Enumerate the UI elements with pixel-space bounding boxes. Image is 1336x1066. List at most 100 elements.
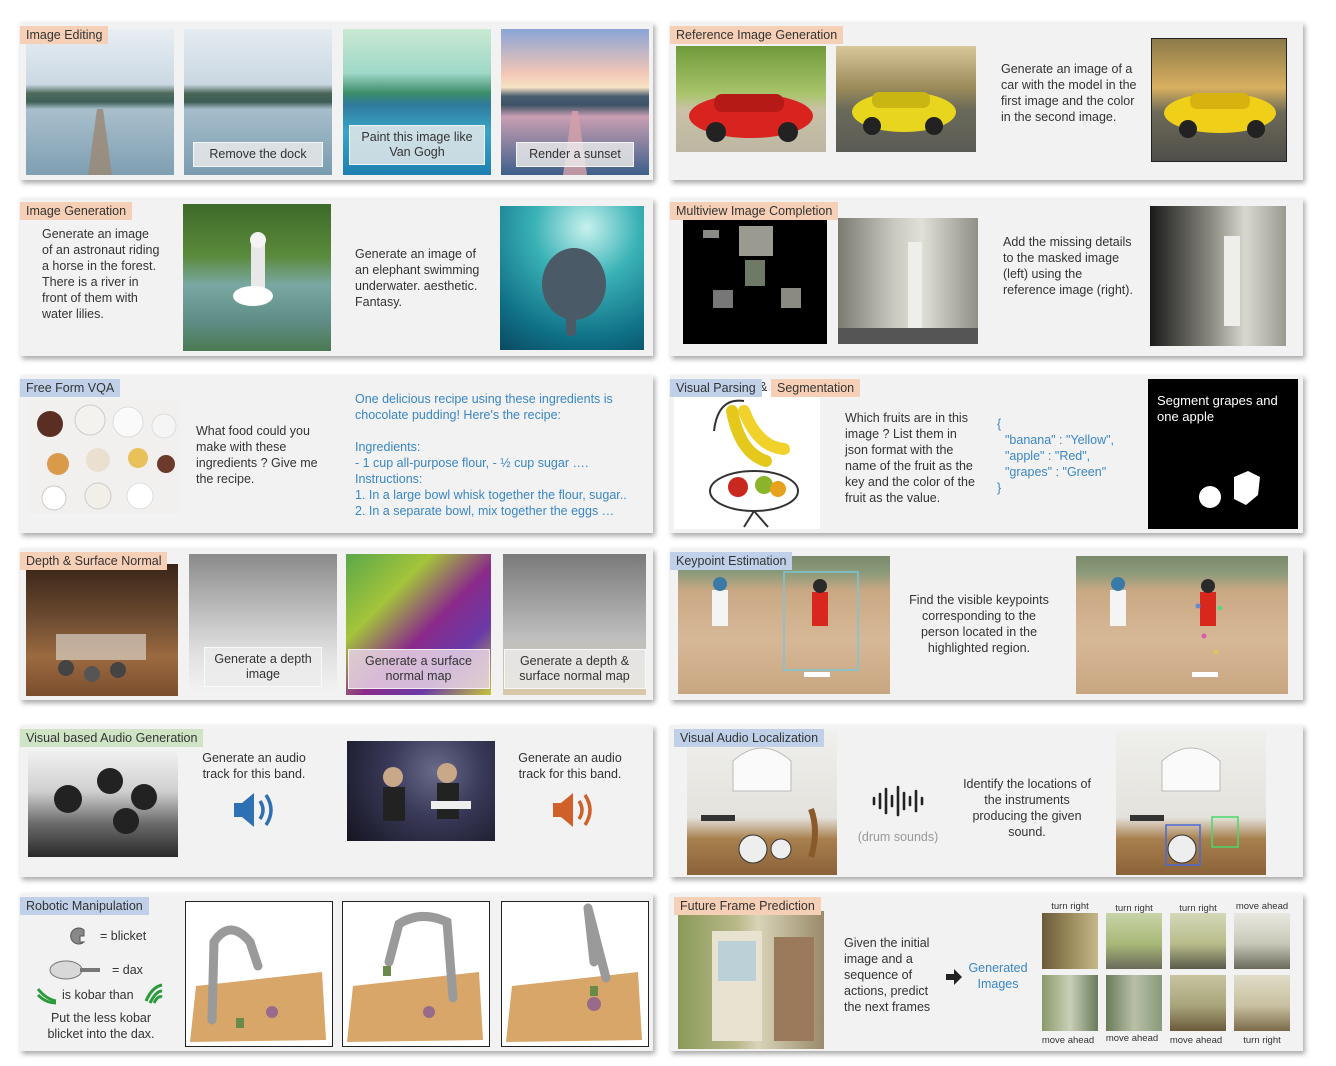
depth-normal-caption: Generate a depth & surface normal map (503, 649, 646, 689)
generated-frame-image (1234, 913, 1290, 969)
kobar-label: is kobar than (62, 988, 134, 1002)
speaker-icon (230, 789, 278, 831)
answer-line: chocolate pudding! Here's the recipe: (355, 408, 561, 422)
band-photo-bw-image (28, 747, 178, 857)
panel-tag: Depth & Surface Normal (20, 552, 168, 570)
blicket-label: = blicket (100, 929, 147, 943)
future-prompt: Given the initial image and a sequence o… (844, 936, 931, 1014)
kobar-icon (36, 985, 58, 1005)
panel-reference-generation: Reference Image Generation Generate an i… (670, 22, 1303, 180)
panel-keypoint: Keypoint Estimation Find the visible key… (670, 548, 1303, 700)
dock-removed-image: Remove the dock (184, 29, 332, 175)
fruit-basket-image (674, 391, 820, 529)
vqa-answer: One delicious recipe using these ingredi… (355, 391, 645, 519)
panel-tag: Visual Audio Localization (674, 729, 825, 747)
audio-prompt-2: Generate an audio track for this band. (518, 751, 622, 781)
baseball-input-image (678, 556, 890, 694)
generated-car-image (1151, 38, 1287, 162)
audio-prompt-1: Generate an audio track for this band. (202, 751, 306, 781)
answer-line: 2. In a separate bowl, mix together the … (355, 504, 615, 518)
generated-frame-image (1170, 913, 1226, 969)
panel-tag: Visual Parsing (670, 379, 762, 397)
depth-normal-image: Generate a depth & surface normal map (503, 554, 646, 695)
answer-line: 1. In a large bowl whisk together the fl… (355, 488, 627, 502)
panel-tag: Segmentation (771, 379, 861, 397)
elephant-underwater-image (500, 206, 644, 350)
robot-scene-3-image (501, 901, 649, 1047)
panel-audio-localization: Visual Audio Localization (drum sounds) … (670, 725, 1303, 877)
reference-prompt: Generate an image of a car with the mode… (1001, 62, 1137, 124)
sound-wave-icon (870, 785, 926, 817)
panel-tag: Free Form VQA (20, 379, 121, 397)
segmentation-mask-image: Segment grapes and one apple (1148, 379, 1298, 529)
answer-line: One delicious recipe using these ingredi… (355, 392, 613, 406)
red-car-image (676, 46, 826, 152)
generation-prompt-2: Generate an image of an elephant swimmin… (355, 247, 480, 309)
generated-frame-image (1042, 975, 1098, 1031)
answer-line: Instructions: (355, 472, 423, 486)
action-label: turn right (1051, 901, 1089, 912)
answer-line (355, 423, 645, 439)
panel-robotic: Robotic Manipulation = blicket = dax is … (20, 893, 653, 1051)
json-line: } (997, 481, 1002, 495)
action-label: move ahead (1041, 1035, 1095, 1046)
dax-icon (48, 959, 102, 981)
van-gogh-image: Paint this image like Van Gogh (343, 29, 491, 175)
generated-frame-image (1106, 913, 1162, 969)
json-line: "banana" : "Yellow", (1005, 433, 1115, 447)
masked-view-image (683, 218, 827, 344)
json-line: { (997, 417, 1002, 431)
panel-parsing: Visual Parsing & Segmentation Which frui… (670, 375, 1303, 533)
localized-room-image (1116, 731, 1266, 875)
sound-label: (drum sounds) (857, 830, 939, 844)
yellow-car-image (836, 46, 976, 152)
action-label: move ahead (1105, 1033, 1159, 1044)
kobar-icon (144, 983, 164, 1005)
baseball-keypoints-image (1076, 556, 1288, 694)
edit-caption: Render a sunset (516, 142, 634, 167)
panel-tag: Robotic Manipulation (20, 897, 149, 915)
generated-frame-image (1042, 913, 1098, 969)
json-line: "apple" : "Red", (1005, 449, 1091, 463)
panel-tag: Image Editing (20, 26, 109, 44)
kitchen-photo-image (26, 564, 178, 696)
sunset-image: Render a sunset (501, 29, 649, 175)
parsing-json: { "banana" : "Yellow", "apple" : "Red", … (997, 416, 1137, 496)
metal-band-photo-image (347, 741, 495, 841)
generated-images-label: Generated Images (968, 961, 1028, 991)
normal-caption: Generate a surface normal map (347, 649, 490, 689)
localization-prompt: Identify the locations of the instrument… (963, 777, 1091, 839)
panel-tag: Reference Image Generation (670, 26, 844, 44)
answer-line: - 1 cup all-purpose flour, - ½ cup sugar… (355, 456, 589, 470)
panel-tag: Visual based Audio Generation (20, 729, 204, 747)
speaker-icon (549, 789, 597, 831)
panel-tag: Image Generation (20, 202, 133, 220)
panel-depth: Depth & Surface Normal Generate a depth … (20, 548, 653, 700)
generated-frame-image (1170, 975, 1226, 1031)
astronaut-horse-image (183, 204, 331, 351)
completed-view-image (1150, 206, 1286, 346)
surface-normal-image: Generate a surface normal map (346, 554, 491, 695)
generated-frame-image (1234, 975, 1290, 1031)
panel-tag: Multiview Image Completion (670, 202, 839, 220)
panel-audio-generation: Visual based Audio Generation Generate a… (20, 725, 653, 877)
json-line: "grapes" : "Green" (1005, 465, 1107, 479)
panel-tag: Keypoint Estimation (670, 552, 793, 570)
ingredients-image (28, 400, 180, 514)
panel-multiview: Multiview Image Completion Add the missi… (670, 198, 1303, 356)
robot-scene-1-image (185, 901, 333, 1047)
initial-frame-image (678, 911, 824, 1049)
dax-label: = dax (112, 963, 143, 977)
arrow-right-icon (946, 969, 962, 985)
edit-caption: Remove the dock (193, 142, 323, 167)
lake-dock-image (26, 29, 174, 175)
edit-caption: Paint this image like Van Gogh (349, 125, 485, 165)
panel-future-frame: Future Frame Prediction Given the initia… (670, 893, 1303, 1051)
multiview-prompt: Add the missing details to the masked im… (1003, 235, 1133, 297)
panel-image-editing: Image Editing Remove the dock Paint this… (20, 22, 653, 180)
music-room-image (687, 731, 837, 875)
action-label: move ahead (1235, 901, 1289, 912)
generation-prompt-1: Generate an image of an astronaut riding… (42, 227, 160, 321)
depth-image: Generate a depth image (189, 554, 337, 695)
robotic-instruction: Put the less kobar blicket into the dax. (47, 1011, 155, 1041)
